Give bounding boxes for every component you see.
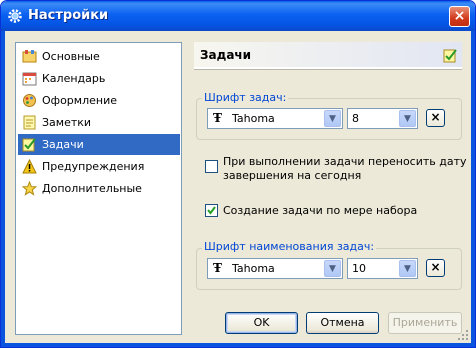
tasks-icon bbox=[443, 49, 457, 63]
task-name-font-size-value: 10 bbox=[352, 262, 366, 275]
move-due-date-label-line1: При выполнении задачи переносить дату bbox=[223, 155, 467, 168]
close-icon: × bbox=[453, 8, 466, 24]
sidebar-item-label: Задачи bbox=[42, 138, 84, 151]
title-bar[interactable]: Настройки × bbox=[1, 1, 475, 31]
chevron-down-icon[interactable]: ▼ bbox=[324, 260, 341, 277]
truetype-font-icon: Ŧ bbox=[213, 261, 222, 275]
sidebar-item-label: Основные bbox=[42, 50, 100, 63]
sidebar-item-tasks[interactable]: Задачи bbox=[18, 134, 180, 155]
reset-task-name-font-button[interactable]: × bbox=[426, 259, 445, 277]
sidebar-item-additional[interactable]: Дополнительные bbox=[18, 178, 180, 199]
sidebar-item-label: Заметки bbox=[42, 116, 92, 129]
task-name-font-size-select[interactable]: 10 ▼ bbox=[347, 258, 418, 279]
warning-icon bbox=[22, 159, 37, 174]
window-frame-bottom bbox=[1, 343, 475, 347]
apply-button[interactable]: Применить bbox=[388, 312, 462, 334]
task-font-size-value: 8 bbox=[352, 112, 359, 125]
appearance-icon bbox=[23, 94, 36, 107]
task-font-label: Шрифт задач: bbox=[202, 91, 289, 104]
reset-task-font-button[interactable]: × bbox=[426, 109, 445, 127]
move-due-date-label-line2: завершения на сегодня bbox=[223, 169, 362, 182]
ok-button[interactable]: OK bbox=[225, 312, 298, 334]
window-title: Настройки bbox=[28, 8, 109, 23]
chevron-down-icon[interactable]: ▼ bbox=[399, 260, 416, 277]
resize-grip-icon[interactable] bbox=[458, 330, 469, 341]
close-button[interactable]: × bbox=[449, 6, 470, 27]
settings-window: Настройки × Основные Календарь Оформлени… bbox=[0, 0, 476, 348]
calendar-icon bbox=[22, 72, 37, 86]
sidebar-item-label: Предупреждения bbox=[42, 160, 145, 173]
close-icon: × bbox=[430, 110, 441, 124]
task-name-font-select[interactable]: Ŧ Tahoma ▼ bbox=[207, 258, 343, 279]
window-frame-right bbox=[471, 31, 475, 347]
general-icon bbox=[22, 50, 37, 63]
task-name-font-label: Шрифт наименования задач: bbox=[202, 240, 377, 253]
chevron-down-icon[interactable]: ▼ bbox=[324, 110, 341, 127]
chevron-down-icon[interactable]: ▼ bbox=[399, 110, 416, 127]
sidebar-item-label: Оформление bbox=[42, 94, 117, 107]
sidebar-item-calendar[interactable]: Календарь bbox=[18, 68, 180, 89]
notes-icon bbox=[23, 115, 36, 130]
tasks-icon bbox=[22, 138, 36, 152]
sidebar-item-label: Календарь bbox=[42, 72, 106, 85]
sidebar-item-notes[interactable]: Заметки bbox=[18, 112, 180, 133]
sidebar-item-general[interactable]: Основные bbox=[18, 46, 180, 67]
create-while-typing-checkbox[interactable] bbox=[205, 204, 218, 217]
cancel-button[interactable]: Отмена bbox=[306, 312, 379, 334]
panel-header: Задачи bbox=[194, 42, 462, 69]
task-font-value: Tahoma bbox=[232, 112, 275, 125]
create-while-typing-label: Создание задачи по мере набора bbox=[223, 204, 418, 217]
sidebar-item-warnings[interactable]: Предупреждения bbox=[18, 156, 180, 177]
sidebar-item-label: Дополнительные bbox=[42, 182, 142, 195]
settings-category-list[interactable]: Основные Календарь Оформление Заметки За… bbox=[15, 42, 182, 335]
checkmark-icon bbox=[207, 206, 216, 215]
star-icon bbox=[22, 181, 37, 196]
window-frame-left bbox=[1, 31, 5, 347]
truetype-font-icon: Ŧ bbox=[213, 111, 222, 125]
settings-gear-icon bbox=[8, 9, 22, 23]
panel-title: Задачи bbox=[200, 48, 252, 62]
task-font-size-select[interactable]: 8 ▼ bbox=[347, 108, 418, 129]
close-icon: × bbox=[430, 260, 441, 274]
task-name-font-value: Tahoma bbox=[232, 262, 275, 275]
task-font-select[interactable]: Ŧ Tahoma ▼ bbox=[207, 108, 343, 129]
move-due-date-checkbox[interactable] bbox=[205, 160, 218, 173]
sidebar-item-appearance[interactable]: Оформление bbox=[18, 90, 180, 111]
